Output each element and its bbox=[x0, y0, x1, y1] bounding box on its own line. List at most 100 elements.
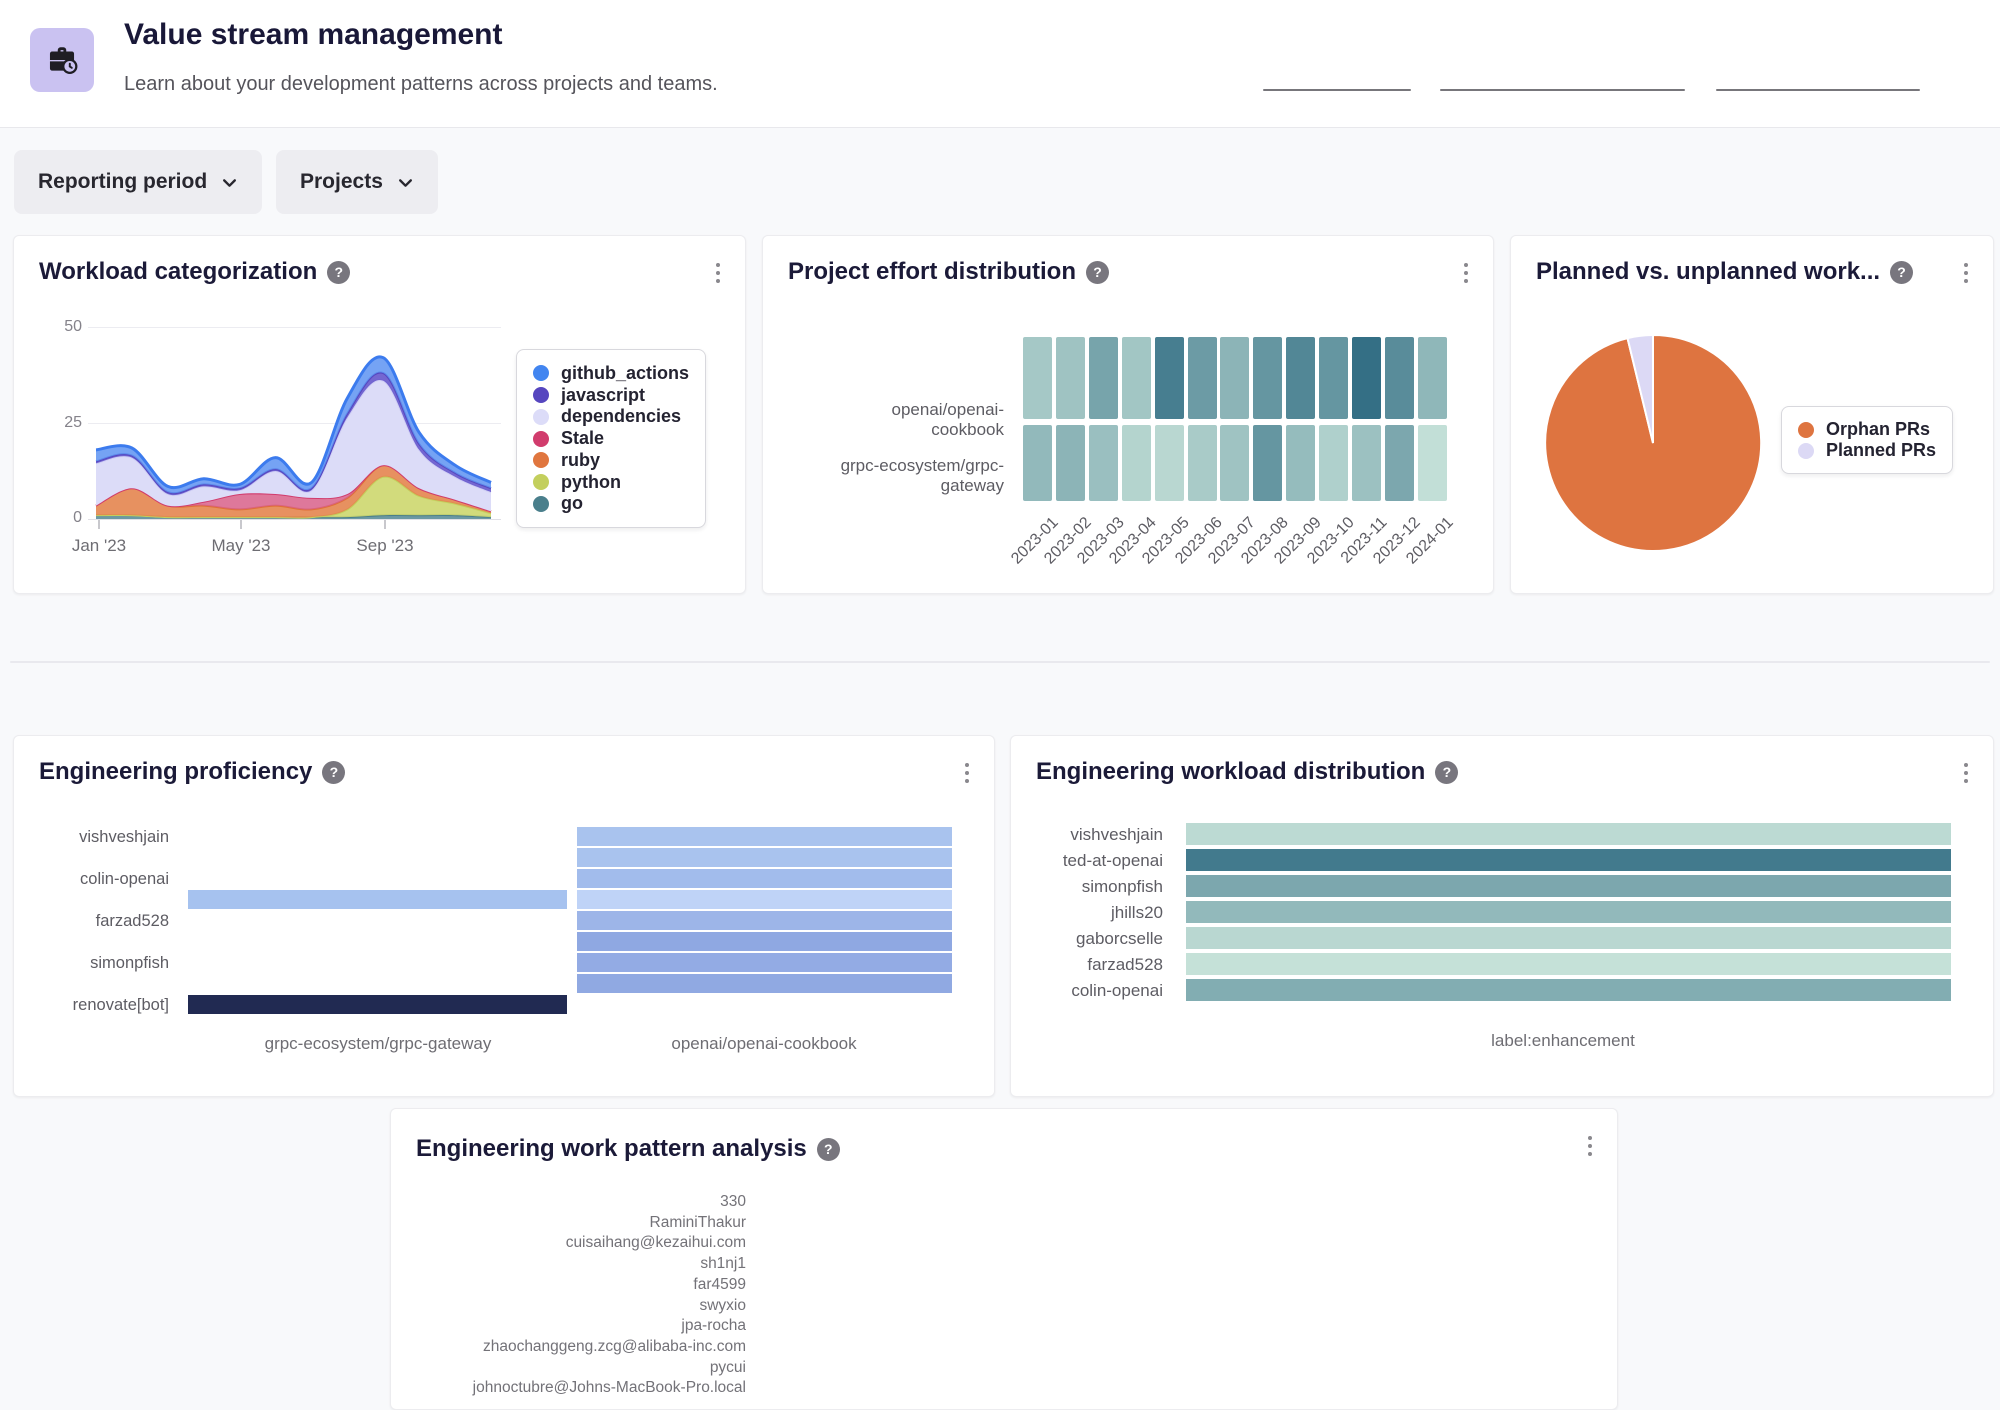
heat-cell-grpc-ecosystem/grpc-gateway-2023-01[interactable] bbox=[1023, 425, 1052, 501]
heat-cell-openai/openai-cookbook-2023-01[interactable] bbox=[1023, 337, 1052, 419]
pattern-row-label: far4599 bbox=[396, 1276, 746, 1294]
pattern-row-label: jpa-rocha bbox=[396, 1317, 746, 1335]
proficiency-row-label: simonpfish bbox=[19, 954, 169, 973]
heat-cell-openai/openai-cookbook-2023-06[interactable] bbox=[1188, 337, 1217, 419]
proficiency-bar-grpc-ecosystem/grpc-gateway[interactable] bbox=[188, 995, 567, 1014]
workload-bar-jhills20[interactable] bbox=[1186, 901, 1951, 923]
proficiency-row-label: vishveshjain bbox=[19, 828, 169, 847]
help-icon[interactable]: ? bbox=[1435, 761, 1458, 784]
value-stream-icon bbox=[30, 28, 94, 92]
kebab-menu-icon[interactable] bbox=[1955, 760, 1977, 786]
heat-cell-grpc-ecosystem/grpc-gateway-2023-09[interactable] bbox=[1286, 425, 1315, 501]
heat-cell-grpc-ecosystem/grpc-gateway-2023-10[interactable] bbox=[1319, 425, 1348, 501]
heat-cell-openai/openai-cookbook-2024-01[interactable] bbox=[1418, 337, 1447, 419]
reporting-period-label: Reporting period bbox=[38, 170, 207, 194]
heat-cell-openai/openai-cookbook-2023-11[interactable] bbox=[1352, 337, 1381, 419]
help-icon[interactable]: ? bbox=[817, 1138, 840, 1161]
legend-item-github_actions[interactable]: github_actions bbox=[533, 363, 689, 384]
workload-bar-gaborcselle[interactable] bbox=[1186, 927, 1951, 949]
heat-cell-grpc-ecosystem/grpc-gateway-2023-06[interactable] bbox=[1188, 425, 1217, 501]
legend-item-dependencies[interactable]: dependencies bbox=[533, 406, 689, 427]
heat-cell-openai/openai-cookbook-2023-03[interactable] bbox=[1089, 337, 1118, 419]
heat-cell-grpc-ecosystem/grpc-gateway-2023-02[interactable] bbox=[1056, 425, 1085, 501]
legend-item-label: Orphan PRs bbox=[1826, 419, 1930, 440]
workload-bar-vishveshjain[interactable] bbox=[1186, 823, 1951, 845]
heat-cell-grpc-ecosystem/grpc-gateway-2023-04[interactable] bbox=[1122, 425, 1151, 501]
projects-label: Projects bbox=[300, 170, 383, 194]
heat-cell-grpc-ecosystem/grpc-gateway-2023-11[interactable] bbox=[1352, 425, 1381, 501]
workload-bar-colin-openai[interactable] bbox=[1186, 979, 1951, 1001]
legend-dot-icon bbox=[533, 387, 549, 403]
legend-dot-icon bbox=[533, 431, 549, 447]
heat-cell-grpc-ecosystem/grpc-gateway-2023-08[interactable] bbox=[1253, 425, 1282, 501]
heat-cell-openai/openai-cookbook-2023-09[interactable] bbox=[1286, 337, 1315, 419]
chevron-down-icon bbox=[397, 174, 414, 191]
nav-placeholder-line[interactable] bbox=[1440, 89, 1685, 91]
legend-item-label: javascript bbox=[561, 385, 645, 406]
legend-item-ruby[interactable]: ruby bbox=[533, 450, 689, 471]
workload-bar-ted-at-openai[interactable] bbox=[1186, 849, 1951, 871]
pattern-row-label: sh1nj1 bbox=[396, 1255, 746, 1273]
x-axis-label: label:enhancement bbox=[1413, 1031, 1713, 1051]
heat-cell-openai/openai-cookbook-2023-04[interactable] bbox=[1122, 337, 1151, 419]
proficiency-bar-openai/openai-cookbook[interactable] bbox=[577, 827, 952, 846]
work-pattern-card: Engineering work pattern analysis ? 330R… bbox=[390, 1108, 1618, 1410]
legend-item-label: Planned PRs bbox=[1826, 440, 1936, 461]
legend-item-Stale[interactable]: Stale bbox=[533, 428, 689, 449]
proficiency-bar-openai/openai-cookbook[interactable] bbox=[577, 911, 952, 930]
workload-legend: github_actionsjavascriptdependenciesStal… bbox=[516, 349, 706, 528]
legend-item-python[interactable]: python bbox=[533, 472, 689, 493]
card-title: Project effort distribution bbox=[788, 258, 1076, 286]
proficiency-bar-openai/openai-cookbook[interactable] bbox=[577, 932, 952, 951]
proficiency-bar-openai/openai-cookbook[interactable] bbox=[577, 953, 952, 972]
kebab-menu-icon[interactable] bbox=[1579, 1133, 1601, 1159]
legend-dot-icon bbox=[1798, 443, 1814, 459]
workload-row-label: colin-openai bbox=[1013, 981, 1163, 1001]
heat-cell-openai/openai-cookbook-2023-10[interactable] bbox=[1319, 337, 1348, 419]
kebab-menu-icon[interactable] bbox=[956, 760, 978, 786]
pie-legend: Orphan PRsPlanned PRs bbox=[1781, 406, 1953, 474]
heat-cell-openai/openai-cookbook-2023-07[interactable] bbox=[1220, 337, 1249, 419]
chevron-down-icon bbox=[221, 174, 238, 191]
legend-item-Orphan PRs[interactable]: Orphan PRs bbox=[1798, 419, 1936, 440]
legend-item-javascript[interactable]: javascript bbox=[533, 385, 689, 406]
heat-row-label: grpc-ecosystem/grpc-gateway bbox=[824, 456, 1004, 496]
group-label-openai-cookbook: openai/openai-cookbook bbox=[614, 1034, 914, 1054]
legend-item-label: ruby bbox=[561, 450, 600, 471]
proficiency-bar-grpc-ecosystem/grpc-gateway[interactable] bbox=[188, 890, 567, 909]
proficiency-row-label: renovate[bot] bbox=[19, 996, 169, 1015]
nav-placeholder-line[interactable] bbox=[1263, 89, 1411, 91]
proficiency-bar-openai/openai-cookbook[interactable] bbox=[577, 848, 952, 867]
heat-cell-grpc-ecosystem/grpc-gateway-2023-12[interactable] bbox=[1385, 425, 1414, 501]
legend-item-Planned PRs[interactable]: Planned PRs bbox=[1798, 440, 1936, 461]
heat-cell-grpc-ecosystem/grpc-gateway-2023-05[interactable] bbox=[1155, 425, 1184, 501]
heat-cell-grpc-ecosystem/grpc-gateway-2024-01[interactable] bbox=[1418, 425, 1447, 501]
heat-cell-grpc-ecosystem/grpc-gateway-2023-07[interactable] bbox=[1220, 425, 1249, 501]
proficiency-bar-openai/openai-cookbook[interactable] bbox=[577, 869, 952, 888]
pattern-row-label: cuisaihang@kezaihui.com bbox=[396, 1234, 746, 1252]
legend-dot-icon bbox=[533, 474, 549, 490]
workload-bar-simonpfish[interactable] bbox=[1186, 875, 1951, 897]
heat-cell-grpc-ecosystem/grpc-gateway-2023-03[interactable] bbox=[1089, 425, 1118, 501]
legend-dot-icon bbox=[533, 365, 549, 381]
proficiency-bar-openai/openai-cookbook[interactable] bbox=[577, 890, 952, 909]
heat-cell-openai/openai-cookbook-2023-05[interactable] bbox=[1155, 337, 1184, 419]
group-label-grpc-gateway: grpc-ecosystem/grpc-gateway bbox=[228, 1034, 528, 1054]
heat-cell-openai/openai-cookbook-2023-08[interactable] bbox=[1253, 337, 1282, 419]
workload-row-label: gaborcselle bbox=[1013, 929, 1163, 949]
project-effort-card: Project effort distribution ? openai/ope… bbox=[762, 235, 1494, 594]
page-subtitle: Learn about your development patterns ac… bbox=[124, 73, 718, 96]
proficiency-row-label: farzad528 bbox=[19, 912, 169, 931]
help-icon[interactable]: ? bbox=[322, 761, 345, 784]
reporting-period-dropdown[interactable]: Reporting period bbox=[14, 150, 262, 214]
workload-bar-farzad528[interactable] bbox=[1186, 953, 1951, 975]
proficiency-bar-openai/openai-cookbook[interactable] bbox=[577, 974, 952, 993]
legend-item-go[interactable]: go bbox=[533, 493, 689, 514]
heat-cell-openai/openai-cookbook-2023-02[interactable] bbox=[1056, 337, 1085, 419]
kebab-menu-icon[interactable] bbox=[1455, 260, 1477, 286]
heat-cell-openai/openai-cookbook-2023-12[interactable] bbox=[1385, 337, 1414, 419]
nav-placeholder-line[interactable] bbox=[1716, 89, 1920, 91]
projects-dropdown[interactable]: Projects bbox=[276, 150, 438, 214]
help-icon[interactable]: ? bbox=[1086, 261, 1109, 284]
legend-dot-icon bbox=[1798, 422, 1814, 438]
